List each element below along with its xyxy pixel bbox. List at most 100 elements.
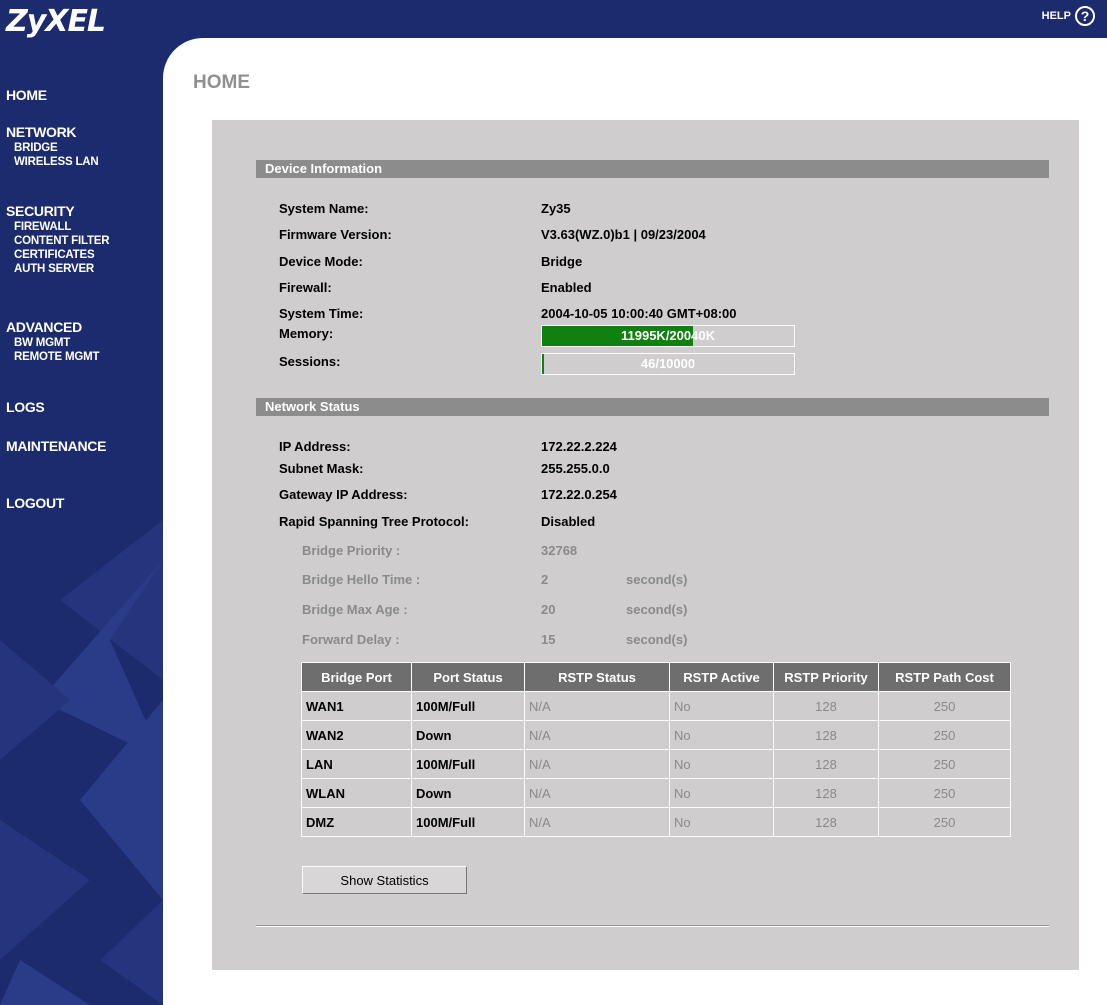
cell-bridge-port: WAN2 (301, 720, 412, 750)
nav-security: SECURITY FIREWALL CONTENT FILTER CERTIFI… (6, 202, 110, 276)
nav-advanced: ADVANCED BW MGMT REMOTE MGMT (6, 318, 100, 364)
nav-item-bridge[interactable]: BRIDGE (14, 141, 99, 155)
bridge-priority-value: 32768 (541, 543, 578, 558)
cell-rstp-active: No (669, 691, 774, 721)
sessions-bar: 46/10000 (541, 353, 795, 375)
nav-maintenance[interactable]: MAINTENANCE (6, 437, 106, 455)
col-rstp-status: RSTP Status (524, 662, 670, 692)
top-bar (0, 0, 1107, 38)
nav-logs-label: LOGS (6, 399, 45, 415)
footer-divider (256, 925, 1049, 927)
device-mode-label: Device Mode: (279, 254, 363, 269)
cell-bridge-port: WLAN (301, 778, 412, 808)
memory-bar: 11995K/20040K (541, 325, 795, 347)
max-age-label: Bridge Max Age : (302, 602, 408, 617)
cell-rstp-status: N/A (524, 720, 670, 750)
cell-port-status: Down (411, 778, 525, 808)
cell-port-status: Down (411, 720, 525, 750)
nav-item-remote-mgmt[interactable]: REMOTE MGMT (14, 350, 100, 364)
subnet-mask-label: Subnet Mask: (279, 461, 364, 476)
max-age-unit: second(s) (626, 602, 688, 617)
nav-logout-label: LOGOUT (6, 495, 65, 511)
forward-delay-value: 15 (541, 632, 556, 647)
show-statistics-button[interactable]: Show Statistics (302, 866, 467, 894)
cell-rstp-path-cost: 250 (878, 807, 1011, 837)
table-row: WLAN Down N/A No 128 250 (301, 778, 1011, 808)
bridge-priority-label: Bridge Priority : (302, 543, 401, 558)
cell-rstp-priority: 128 (773, 691, 879, 721)
memory-bar-text: 11995K/20040K (621, 328, 715, 343)
gateway-value: 172.22.0.254 (541, 487, 617, 502)
cell-port-status: 100M/Full (411, 807, 525, 837)
bridge-ports-table: Bridge Port Port Status RSTP Status RSTP… (301, 662, 1011, 837)
forward-delay-label: Forward Delay : (302, 632, 400, 647)
rstp-label: Rapid Spanning Tree Protocol: (279, 514, 469, 529)
table-row: DMZ 100M/Full N/A No 128 250 (301, 807, 1011, 837)
gateway-label: Gateway IP Address: (279, 487, 408, 502)
subnet-mask-value: 255.255.0.0 (541, 461, 610, 476)
col-rstp-priority: RSTP Priority (773, 662, 879, 692)
system-time-value: 2004-10-05 10:00:40 GMT+08:00 (541, 306, 737, 321)
nav-logs[interactable]: LOGS (6, 398, 45, 416)
cell-rstp-path-cost: 250 (878, 691, 1011, 721)
ip-address-label: IP Address: (279, 439, 351, 454)
hello-time-label: Bridge Hello Time : (302, 572, 421, 587)
rstp-value: Disabled (541, 514, 596, 529)
system-name-label: System Name: (279, 201, 369, 216)
firmware-label: Firmware Version: (279, 227, 392, 242)
help-label: HELP (1041, 10, 1071, 22)
table-row: WAN1 100M/Full N/A No 128 250 (301, 691, 1011, 721)
nav-maintenance-label: MAINTENANCE (6, 438, 107, 454)
cell-rstp-priority: 128 (773, 749, 879, 779)
cell-bridge-port: DMZ (301, 807, 412, 837)
cell-port-status: 100M/Full (411, 749, 525, 779)
nav-security-label[interactable]: SECURITY (6, 202, 109, 220)
network-status-header: Network Status (256, 398, 1049, 416)
cell-rstp-active: No (669, 807, 774, 837)
cell-rstp-priority: 128 (773, 778, 879, 808)
firmware-value: V3.63(WZ.0)b1 | 09/23/2004 (541, 227, 706, 242)
nav-home[interactable]: HOME (6, 86, 47, 104)
cell-rstp-active: No (669, 778, 774, 808)
forward-delay-unit: second(s) (626, 632, 688, 647)
system-time-label: System Time: (279, 306, 364, 321)
cell-rstp-status: N/A (524, 691, 670, 721)
cell-rstp-active: No (669, 720, 774, 750)
nav-item-auth-server[interactable]: AUTH SERVER (14, 262, 109, 276)
ip-address-value: 172.22.2.224 (541, 439, 617, 454)
cell-rstp-active: No (669, 749, 774, 779)
sessions-label: Sessions: (279, 354, 341, 369)
cell-rstp-status: N/A (524, 807, 670, 837)
table-row: WAN2 Down N/A No 128 250 (301, 720, 1011, 750)
device-info-header: Device Information (256, 160, 1049, 178)
page-title: HOME (193, 72, 250, 93)
cell-rstp-status: N/A (524, 778, 670, 808)
memory-label: Memory: (279, 326, 334, 341)
nav-item-certificates[interactable]: CERTIFICATES (14, 248, 109, 262)
col-rstp-active: RSTP Active (669, 662, 774, 692)
col-rstp-path-cost: RSTP Path Cost (878, 662, 1011, 692)
hello-time-unit: second(s) (626, 572, 688, 587)
help-button[interactable]: HELP ? (1042, 6, 1095, 26)
col-bridge-port: Bridge Port (301, 662, 412, 692)
max-age-value: 20 (541, 602, 556, 617)
cell-rstp-path-cost: 250 (878, 720, 1011, 750)
cell-rstp-path-cost: 250 (878, 749, 1011, 779)
cell-rstp-path-cost: 250 (878, 778, 1011, 808)
firewall-label: Firewall: (279, 280, 332, 295)
hello-time-value: 2 (541, 572, 549, 587)
nav-logout[interactable]: LOGOUT (6, 494, 64, 512)
nav-item-firewall[interactable]: FIREWALL (14, 220, 109, 234)
nav-network-label[interactable]: NETWORK (6, 123, 99, 141)
device-mode-value: Bridge (541, 254, 583, 269)
system-name-value: Zy35 (541, 201, 571, 216)
nav-item-bw-mgmt[interactable]: BW MGMT (14, 336, 99, 350)
nav-advanced-label[interactable]: ADVANCED (6, 318, 99, 336)
firewall-value: Enabled (541, 280, 592, 295)
nav-item-wireless-lan[interactable]: WIRELESS LAN (14, 155, 99, 169)
table-row: LAN 100M/Full N/A No 128 250 (301, 749, 1011, 779)
nav-item-content-filter[interactable]: CONTENT FILTER (14, 234, 110, 248)
nav-network: NETWORK BRIDGE WIRELESS LAN (6, 123, 99, 169)
cell-rstp-status: N/A (524, 749, 670, 779)
cell-bridge-port: WAN1 (301, 691, 412, 721)
